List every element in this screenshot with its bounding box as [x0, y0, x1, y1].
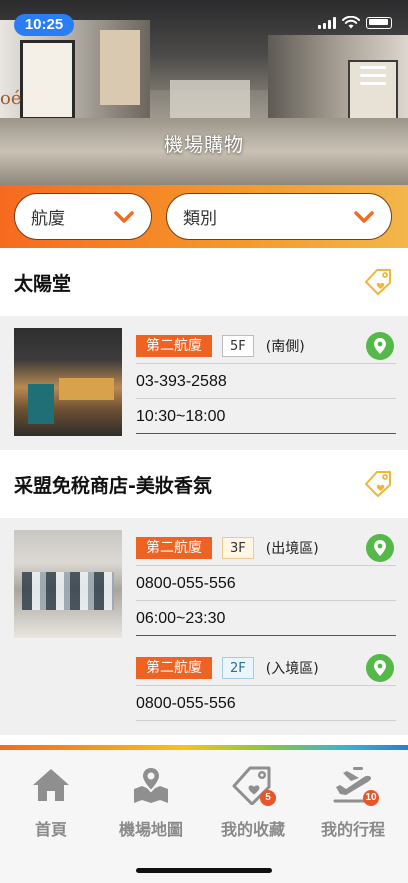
category-filter-label: 類別	[183, 209, 217, 229]
store-card[interactable]: 第二航廈 3F (出境區) 0800-055-556 06:00~23:30 第…	[0, 518, 408, 735]
store-header[interactable]: 采盟免稅商店-美妝香氛	[0, 450, 408, 518]
map-pin-icon[interactable]	[366, 654, 394, 682]
filter-bar: 航廈 類別	[0, 185, 408, 248]
hero-banner: oé 10:25 機場購物	[0, 0, 408, 185]
store-photo	[14, 328, 122, 436]
store-name: 采盟免稅商店-美妝香氛	[14, 474, 212, 497]
status-icons	[318, 16, 392, 29]
location-row: 第二航廈 2F (入境區)	[136, 650, 396, 686]
store-header[interactable]: 太陽堂	[0, 248, 408, 316]
hero-image-corridor	[170, 80, 250, 120]
area-label: (入境區)	[265, 660, 319, 677]
opening-hours: 06:00~23:30	[136, 601, 396, 636]
favorites-count-badge: 5	[260, 790, 276, 806]
home-indicator[interactable]	[136, 868, 272, 873]
bottom-tab-bar: 首頁 機場地圖 5 我的收藏 10 我的行程	[0, 750, 408, 883]
category-filter-select[interactable]: 類別	[166, 193, 392, 240]
phone-number[interactable]: 0800-055-556	[136, 566, 396, 601]
floor-badge: 5F	[222, 334, 254, 357]
area-label: (出境區)	[265, 540, 319, 557]
floor-badge: 2F	[222, 656, 254, 679]
phone-number[interactable]: 03-393-2588	[136, 364, 396, 399]
itinerary-count-badge: 10	[363, 790, 379, 806]
status-bar: 10:25	[0, 0, 408, 44]
map-pin-icon[interactable]	[366, 332, 394, 360]
tab-airport-map-label: 機場地圖	[118, 820, 183, 839]
cellular-signal-icon	[318, 16, 336, 29]
tab-my-itinerary[interactable]: 10 我的行程	[302, 764, 404, 840]
chevron-down-icon	[114, 210, 134, 223]
terminal-filter-label: 航廈	[31, 209, 65, 229]
favorite-tag-icon[interactable]	[364, 470, 394, 498]
chevron-down-icon	[354, 210, 374, 223]
location-row: 第二航廈 3F (出境區)	[136, 530, 396, 566]
terminal-badge: 第二航廈	[136, 334, 212, 357]
floor-badge: 3F	[222, 536, 254, 559]
tab-airport-map[interactable]: 機場地圖	[100, 764, 202, 840]
page-title: 機場購物	[163, 134, 244, 156]
store-list[interactable]: 太陽堂 第二航廈 5F (南側) 03-393-2588 10:30~18:00…	[0, 248, 408, 746]
terminal-badge: 第二航廈	[136, 536, 212, 559]
hero-shop-sign: oé	[0, 88, 22, 109]
hero-image-shop-window	[20, 40, 75, 120]
area-label: (南側)	[265, 338, 305, 355]
tab-my-itinerary-label: 我的行程	[320, 820, 385, 839]
home-icon	[33, 769, 69, 801]
favorite-tag-icon[interactable]	[364, 268, 394, 296]
opening-hours: 10:30~18:00	[136, 399, 396, 434]
hamburger-menu-icon[interactable]	[360, 66, 386, 86]
status-time: 10:25	[14, 14, 74, 36]
phone-number[interactable]: 0800-055-556	[136, 686, 396, 721]
tab-home-label: 首頁	[34, 820, 67, 839]
map-icon	[134, 765, 168, 803]
battery-icon	[366, 16, 392, 29]
terminal-badge: 第二航廈	[136, 656, 212, 679]
map-pin-icon[interactable]	[366, 534, 394, 562]
location-row: 第二航廈 5F (南側)	[136, 328, 396, 364]
wifi-icon	[342, 16, 360, 29]
store-photo	[14, 530, 122, 638]
store-info: 第二航廈 5F (南側) 03-393-2588 10:30~18:00	[136, 328, 396, 436]
tab-my-favorites-label: 我的收藏	[220, 820, 285, 839]
tab-my-favorites[interactable]: 5 我的收藏	[202, 764, 304, 840]
store-name: 太陽堂	[14, 272, 72, 295]
store-card[interactable]: 第二航廈 5F (南側) 03-393-2588 10:30~18:00	[0, 316, 408, 450]
tab-home[interactable]: 首頁	[0, 764, 102, 840]
store-info: 第二航廈 3F (出境區) 0800-055-556 06:00~23:30 第…	[136, 530, 396, 721]
terminal-filter-select[interactable]: 航廈	[14, 193, 152, 240]
